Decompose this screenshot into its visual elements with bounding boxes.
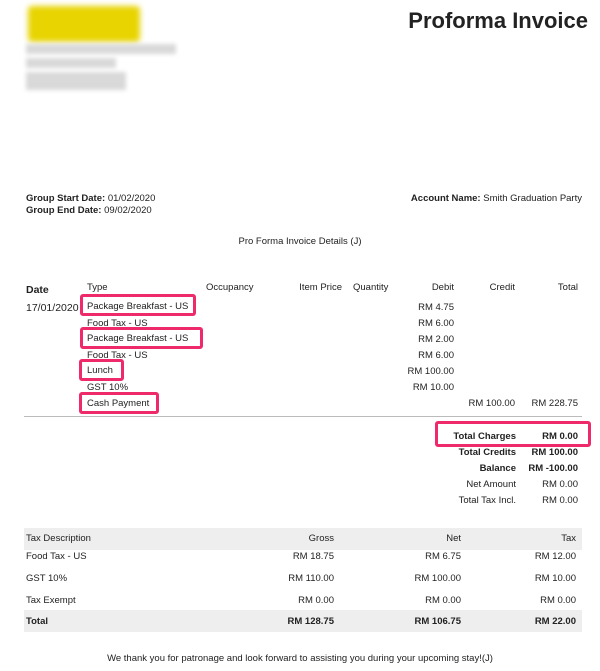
item-total: RM 228.75 xyxy=(531,398,578,409)
account-name: Account Name: Smith Graduation Party xyxy=(411,193,582,204)
tax-row-tax: RM 12.00 xyxy=(534,551,576,562)
col-occupancy: Occupancy xyxy=(206,282,254,293)
col-date: Date xyxy=(26,284,49,296)
item-debit: RM 2.00 xyxy=(418,334,454,345)
company-logo xyxy=(28,6,140,42)
highlight-box xyxy=(80,327,203,349)
tax-col-net: Net xyxy=(446,533,461,544)
tax-row-tax: RM 10.00 xyxy=(534,573,576,584)
col-type: Type xyxy=(87,282,108,293)
account-value: Smith Graduation Party xyxy=(483,193,582,204)
summary-value: RM 0.00 xyxy=(542,479,578,490)
tax-row-net: RM 100.00 xyxy=(414,573,461,584)
item-debit: RM 6.00 xyxy=(418,318,454,329)
tax-table-header xyxy=(24,528,582,550)
item-debit: RM 4.75 xyxy=(418,302,454,313)
group-end-label: Group End Date: xyxy=(26,205,102,216)
item-debit: RM 6.00 xyxy=(418,350,454,361)
col-quantity: Quantity xyxy=(353,282,389,293)
highlight-box xyxy=(80,294,196,316)
summary-label: Total Tax Incl. xyxy=(458,495,516,506)
tax-row-gross: RM 18.75 xyxy=(292,551,334,562)
item-date: 17/01/2020 xyxy=(26,302,79,314)
tax-total-tax: RM 22.00 xyxy=(534,616,576,627)
group-start-date: Group Start Date: 01/02/2020 xyxy=(26,193,155,204)
redacted-address-line xyxy=(26,44,176,54)
col-total: Total xyxy=(557,282,578,293)
item-debit: RM 100.00 xyxy=(407,366,454,377)
highlight-box xyxy=(79,359,124,381)
tax-row-desc: Tax Exempt xyxy=(26,595,76,606)
tax-col-tax: Tax xyxy=(561,533,576,544)
group-start-label: Group Start Date: xyxy=(26,193,106,204)
tax-row-tax: RM 0.00 xyxy=(540,595,576,606)
item-debit: RM 10.00 xyxy=(412,382,454,393)
summary-label: Total Credits xyxy=(458,447,516,458)
summary-value: RM -100.00 xyxy=(528,463,578,474)
group-start-value: 01/02/2020 xyxy=(107,193,156,204)
summary-value: RM 100.00 xyxy=(531,447,578,458)
redacted-address-line xyxy=(26,58,116,68)
group-end-date: Group End Date: 09/02/2020 xyxy=(26,205,152,216)
section-title: Pro Forma Invoice Details (J) xyxy=(238,236,362,247)
tax-row-net: RM 0.00 xyxy=(425,595,461,606)
summary-value: RM 0.00 xyxy=(542,495,578,506)
tax-row-desc: Food Tax - US xyxy=(26,551,87,562)
highlight-box xyxy=(79,392,159,414)
footer-message: We thank you for patronage and look forw… xyxy=(107,653,493,664)
summary-label: Net Amount xyxy=(466,479,516,490)
tax-col-gross: Gross xyxy=(308,533,334,544)
col-credit: Credit xyxy=(489,282,515,293)
item-credit: RM 100.00 xyxy=(468,398,515,409)
redacted-address-line xyxy=(26,72,126,90)
col-item-price: Item Price xyxy=(299,282,342,293)
col-debit: Debit xyxy=(431,282,454,293)
tax-row-net: RM 6.75 xyxy=(425,551,461,562)
tax-row-gross: RM 0.00 xyxy=(298,595,334,606)
divider xyxy=(24,416,582,417)
summary-label: Balance xyxy=(479,463,516,474)
tax-row-desc: GST 10% xyxy=(26,573,68,584)
highlight-box xyxy=(435,421,591,447)
tax-total-gross: RM 128.75 xyxy=(287,616,334,627)
tax-total-net: RM 106.75 xyxy=(414,616,461,627)
tax-row-gross: RM 110.00 xyxy=(288,573,334,584)
group-end-value: 09/02/2020 xyxy=(104,205,152,216)
tax-total-desc: Total xyxy=(26,616,48,627)
tax-col-description: Tax Description xyxy=(26,533,91,544)
account-label: Account Name: xyxy=(410,193,481,204)
page-title: Proforma Invoice xyxy=(408,8,588,33)
